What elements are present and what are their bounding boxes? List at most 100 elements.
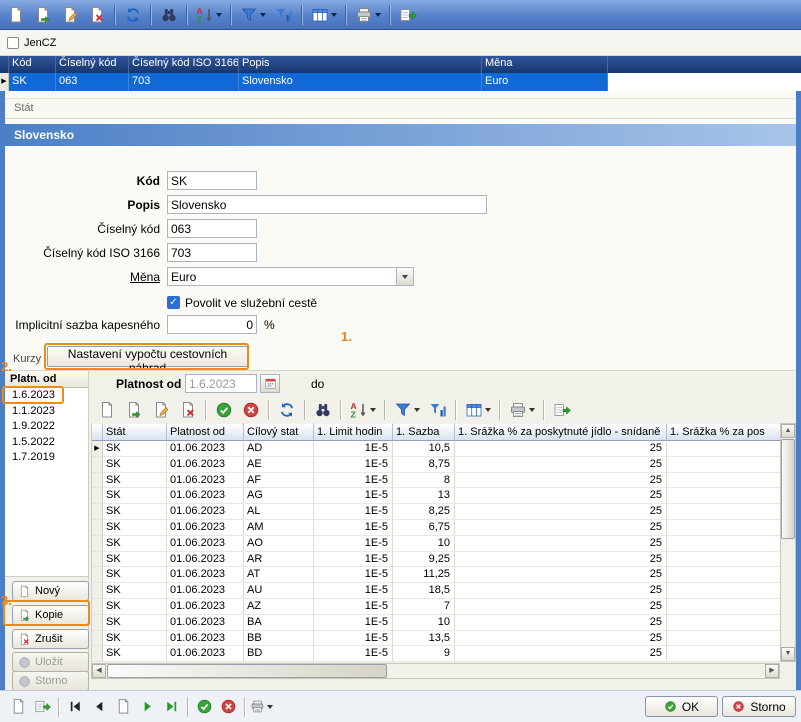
rates-filter-analysis-button[interactable] (425, 398, 451, 422)
edit-button[interactable] (57, 3, 83, 27)
rates-search-button[interactable] (310, 398, 336, 422)
rates-row[interactable]: SK01.06.2023AT1E-511,2525 (92, 567, 780, 583)
footer-cancel-button[interactable] (217, 696, 240, 718)
rates-edit-button[interactable] (148, 398, 174, 422)
rates-row[interactable]: SK01.06.2023BB1E-513,525 (92, 631, 780, 647)
rates-vertical-scrollbar[interactable]: ▲ ▼ (780, 423, 796, 662)
mena-dropdown-button[interactable] (396, 268, 413, 285)
printer-icon (509, 401, 527, 419)
rates-column-header[interactable]: Stát (103, 423, 167, 441)
date-item[interactable]: 1.7.2019 (5, 450, 88, 466)
countries-column-header[interactable]: Číselný kód (56, 56, 129, 73)
ciselny-kod-input[interactable] (167, 219, 257, 238)
rates-sort-button[interactable]: AZ (346, 398, 380, 422)
novy-button[interactable]: Nový (12, 581, 89, 601)
iso-input[interactable] (167, 243, 257, 262)
scroll-right-button[interactable]: ▶ (765, 664, 779, 678)
rates-column-header[interactable]: Platnost od (167, 423, 244, 441)
print-button[interactable] (351, 3, 385, 27)
vertical-scrollbar-thumb[interactable] (781, 439, 795, 539)
sort-button[interactable]: AZ (192, 3, 226, 27)
rates-row[interactable]: SK01.06.2023AG1E-51325 (92, 488, 780, 504)
countries-grid: KódČíselný kódČíselný kód ISO 3166PopisM… (0, 56, 801, 91)
countries-column-header[interactable]: Měna (482, 56, 608, 73)
scroll-left-button[interactable]: ◀ (92, 664, 106, 678)
rates-copy-button[interactable] (121, 398, 147, 422)
rates-column-header[interactable]: 1. Srážka % za poskytnuté jídlo - snídan… (455, 423, 667, 441)
rates-row[interactable]: SK01.06.2023AF1E-5825 (92, 473, 780, 489)
rates-columns-button[interactable] (461, 398, 495, 422)
date-item[interactable]: 1.6.2023 (5, 388, 88, 404)
rates-horizontal-scrollbar[interactable]: ◀ ▶ (91, 663, 780, 679)
storno-button[interactable]: Storno (722, 696, 796, 717)
popis-input[interactable] (167, 195, 487, 214)
rates-row[interactable]: SK01.06.2023AZ1E-5725 (92, 599, 780, 615)
calendar-button[interactable] (260, 374, 280, 393)
kapesne-input[interactable] (167, 315, 257, 334)
dates-column-header[interactable]: Platn. od (5, 371, 88, 388)
toolbar-separator (230, 5, 232, 25)
platnost-od-input[interactable] (185, 374, 257, 393)
rates-row[interactable]: SK01.06.2023AR1E-59,2525 (92, 552, 780, 568)
kopie-button[interactable]: Kopie (12, 605, 89, 625)
rates-export-button[interactable] (549, 398, 575, 422)
ok-button[interactable]: OK (645, 696, 718, 717)
rates-print-button[interactable] (505, 398, 539, 422)
date-item[interactable]: 1.9.2022 (5, 419, 88, 435)
filter-analysis-button[interactable] (271, 3, 297, 27)
rates-confirm-button[interactable] (211, 398, 237, 422)
rates-row[interactable]: SK01.06.2023AL1E-58,2525 (92, 504, 780, 520)
export-button[interactable] (395, 3, 421, 27)
search-button[interactable] (156, 3, 182, 27)
footer-doc-button[interactable] (7, 696, 30, 718)
rates-row[interactable]: SK01.06.2023AM1E-56,7525 (92, 520, 780, 536)
rates-delete-button[interactable] (175, 398, 201, 422)
footer-export-button[interactable] (31, 696, 54, 718)
rates-row[interactable]: SK01.06.2023AU1E-518,525 (92, 583, 780, 599)
povolit-checkbox[interactable]: ✓ (167, 296, 180, 309)
nav-prev-button[interactable] (88, 696, 111, 718)
rates-row[interactable]: SK01.06.2023AO1E-51025 (92, 536, 780, 552)
countries-column-header[interactable]: Kód (9, 56, 56, 73)
rates-filter-button[interactable] (390, 398, 424, 422)
footer-confirm-button[interactable] (193, 696, 216, 718)
scroll-up-button[interactable]: ▲ (781, 424, 795, 438)
rates-column-header[interactable]: Cílový stat (244, 423, 314, 441)
mena-combobox[interactable] (167, 267, 414, 286)
rates-row[interactable]: SK01.06.2023BA1E-51025 (92, 615, 780, 631)
new-button[interactable] (3, 3, 29, 27)
svg-text:Z: Z (351, 409, 356, 419)
filter-button[interactable] (236, 3, 270, 27)
refresh-button[interactable] (120, 3, 146, 27)
rates-refresh-button[interactable] (274, 398, 300, 422)
columns-button[interactable] (307, 3, 341, 27)
footer-print-button[interactable] (250, 696, 273, 718)
jencz-checkbox[interactable] (7, 37, 19, 49)
nav-first-button[interactable] (64, 696, 87, 718)
nav-next-button[interactable] (136, 696, 159, 718)
rates-row[interactable]: SK01.06.2023BD1E-5925 (92, 646, 780, 662)
zrusit-button[interactable]: Zrušit (12, 629, 89, 649)
settings-button[interactable]: Nastavení vypočtu cestovních náhrad (47, 346, 248, 367)
rates-new-button[interactable] (94, 398, 120, 422)
delete-button[interactable] (84, 3, 110, 27)
countries-column-header[interactable]: Číselný kód ISO 3166 (129, 56, 239, 73)
rates-column-header[interactable]: 1. Srážka % za pos (667, 423, 781, 441)
scroll-down-button[interactable]: ▼ (781, 647, 795, 661)
mena-label[interactable]: Měna (5, 270, 160, 284)
rates-row[interactable]: ▶SK01.06.2023AD1E-510,525 (92, 441, 780, 457)
horizontal-scrollbar-thumb[interactable] (107, 664, 387, 678)
rates-cancel-button[interactable] (238, 398, 264, 422)
mena-input[interactable] (168, 268, 396, 285)
rates-row[interactable]: SK01.06.2023AE1E-58,7525 (92, 457, 780, 473)
date-item[interactable]: 1.5.2022 (5, 435, 88, 451)
rates-column-header[interactable]: 1. Limit hodin (314, 423, 393, 441)
countries-selected-row[interactable]: ▶SK063703SlovenskoEuro (0, 73, 801, 91)
nav-last-button[interactable] (160, 696, 183, 718)
countries-column-header[interactable]: Popis (239, 56, 482, 73)
nav-record-button[interactable] (112, 696, 135, 718)
kod-input[interactable] (167, 171, 257, 190)
copy-button[interactable] (30, 3, 56, 27)
rates-column-header[interactable]: 1. Sazba (393, 423, 455, 441)
date-item[interactable]: 1.1.2023 (5, 404, 88, 420)
